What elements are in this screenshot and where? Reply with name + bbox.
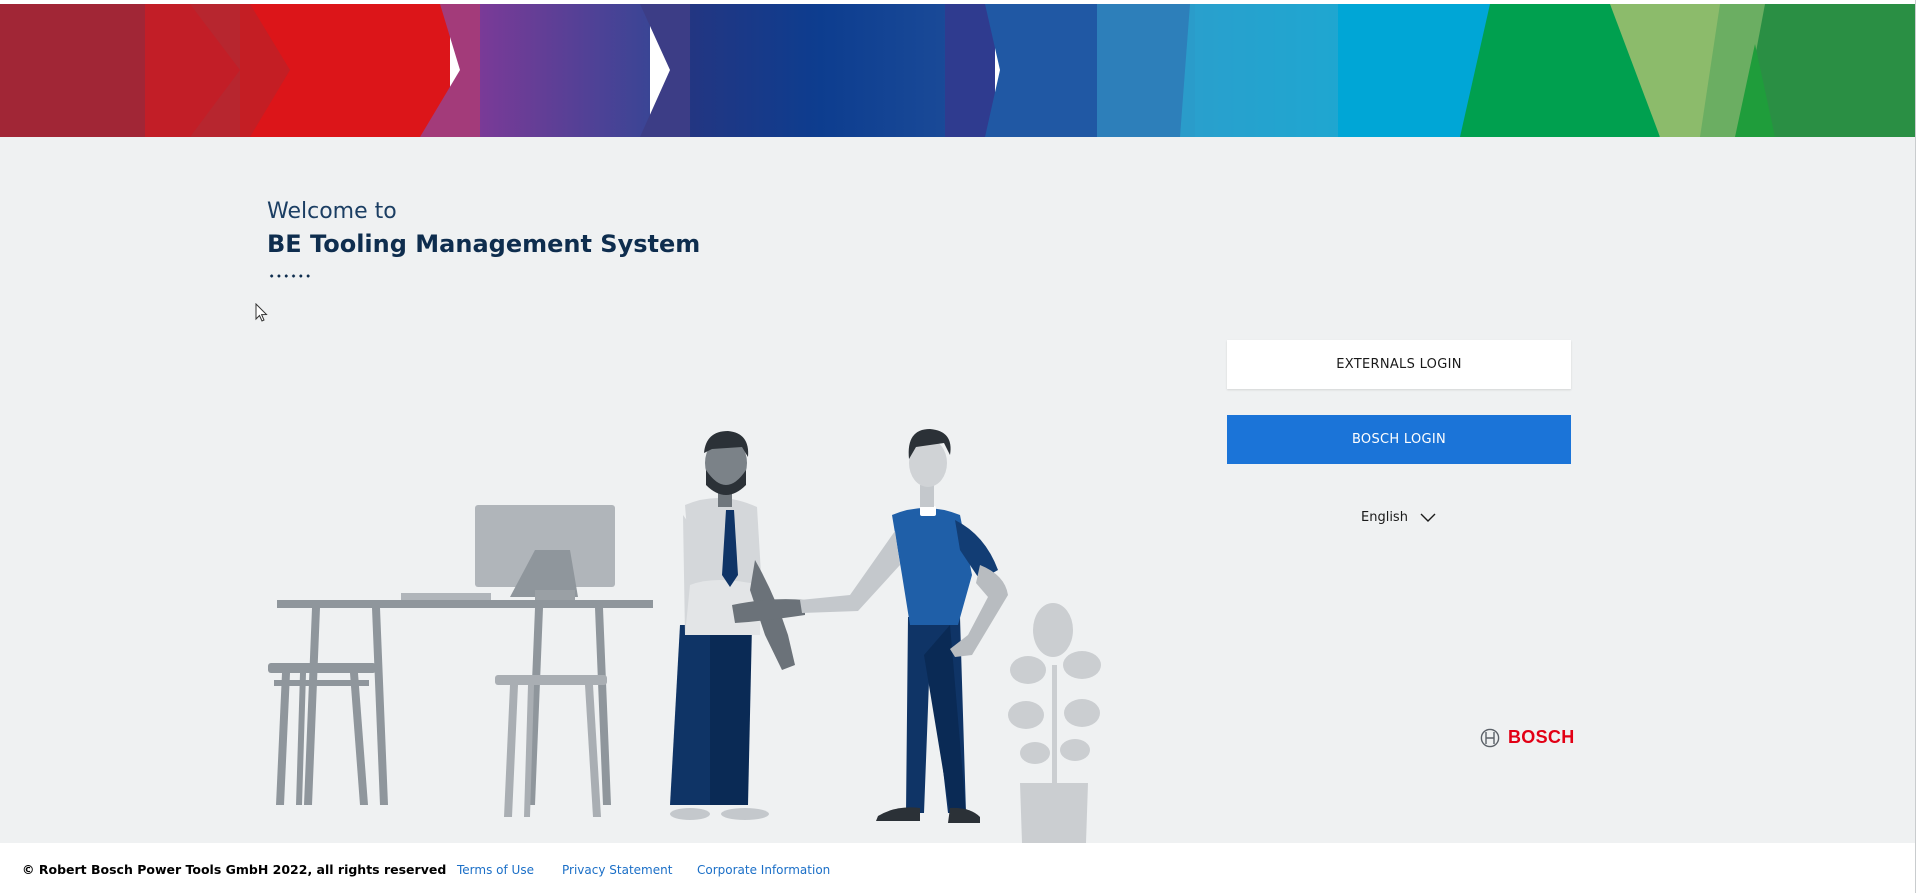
chair-icon [268,663,376,805]
privacy-statement-link[interactable]: Privacy Statement [562,863,672,877]
footer: © Robert Bosch Power Tools GmbH 2022, al… [0,843,1915,893]
dotted-underline [268,273,312,279]
main-content: Welcome to BE Tooling Management System [0,137,1915,855]
monitor-icon [475,505,615,600]
chair-icon [495,675,607,817]
bosch-logo: BOSCH [1480,727,1575,748]
corporate-information-link[interactable]: Corporate Information [697,863,830,877]
person-worker-icon [800,429,1008,823]
copyright-text: © Robert Bosch Power Tools GmbH 2022, al… [22,862,447,877]
window-right-edge [1915,0,1921,893]
mouse-cursor-icon [255,303,268,322]
potted-plant-icon [1008,603,1101,855]
person-manager-icon [670,431,805,820]
handshake-illustration [268,429,1101,855]
terms-of-use-link[interactable]: Terms of Use [457,863,534,877]
bosch-login-button[interactable]: BOSCH LOGIN [1227,415,1571,464]
supergraphic-banner [0,4,1915,137]
login-page: Welcome to BE Tooling Management System [0,0,1915,893]
language-selector[interactable]: English [1361,510,1436,525]
page-title: BE Tooling Management System [267,230,701,258]
bosch-armature-icon [1480,728,1500,747]
chevron-down-icon [1420,513,1436,522]
welcome-greeting: Welcome to [267,199,397,224]
externals-login-button[interactable]: EXTERNALS LOGIN [1227,340,1571,389]
brand-wordmark: BOSCH [1508,727,1575,747]
language-label: English [1361,510,1408,525]
